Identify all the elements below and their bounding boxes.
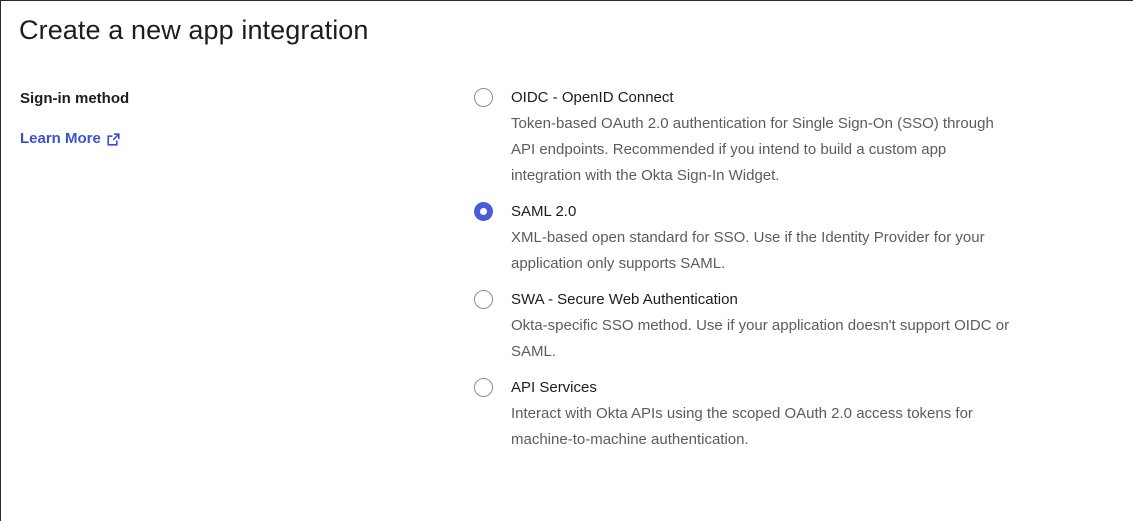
option-api-services[interactable]: API Services Interact with Okta APIs usi…	[474, 377, 1133, 453]
dialog-frame: Create a new app integration Sign-in met…	[0, 0, 1133, 521]
learn-more-link[interactable]: Learn More	[20, 129, 120, 149]
option-description-line: application only supports SAML.	[511, 255, 726, 272]
option-description-line: API endpoints. Recommended if you intend…	[511, 141, 947, 158]
external-link-icon	[107, 132, 120, 146]
option-title: SAML 2.0	[511, 203, 577, 220]
option-description-line: Okta-specific SSO method. Use if your ap…	[511, 317, 1010, 334]
radio-swa[interactable]	[474, 290, 493, 309]
option-description-line: XML-based open standard for SSO. Use if …	[511, 229, 985, 246]
option-description-line: machine-to-machine authentication.	[511, 431, 749, 448]
sign-in-section: Sign-in method Learn More	[20, 89, 320, 149]
option-title: SWA - Secure Web Authentication	[511, 291, 738, 308]
option-description: Token-based OAuth 2.0 authentication for…	[511, 111, 1133, 189]
option-oidc[interactable]: OIDC - OpenID Connect Token-based OAuth …	[474, 87, 1133, 189]
option-title: OIDC - OpenID Connect	[511, 89, 674, 106]
option-description: Okta-specific SSO method. Use if your ap…	[511, 313, 1133, 365]
option-description-line: integration with the Okta Sign-In Widget…	[511, 167, 780, 184]
option-description-line: Interact with Okta APIs using the scoped…	[511, 405, 973, 422]
option-description-line: SAML.	[511, 343, 557, 360]
radio-api-services[interactable]	[474, 378, 493, 397]
option-description: Interact with Okta APIs using the scoped…	[511, 401, 1133, 453]
option-swa[interactable]: SWA - Secure Web Authentication Okta-spe…	[474, 289, 1133, 365]
page-title: Create a new app integration	[19, 15, 369, 45]
option-description-line: Token-based OAuth 2.0 authentication for…	[511, 115, 994, 132]
option-title: API Services	[511, 379, 597, 396]
option-saml[interactable]: SAML 2.0 XML-based open standard for SSO…	[474, 201, 1133, 277]
option-description: XML-based open standard for SSO. Use if …	[511, 225, 1133, 277]
sign-in-method-label: Sign-in method	[20, 90, 130, 107]
radio-oidc[interactable]	[474, 88, 493, 107]
sign-in-method-options: OIDC - OpenID Connect Token-based OAuth …	[474, 87, 1133, 465]
learn-more-label: Learn More	[20, 130, 101, 147]
radio-saml[interactable]	[474, 202, 493, 221]
